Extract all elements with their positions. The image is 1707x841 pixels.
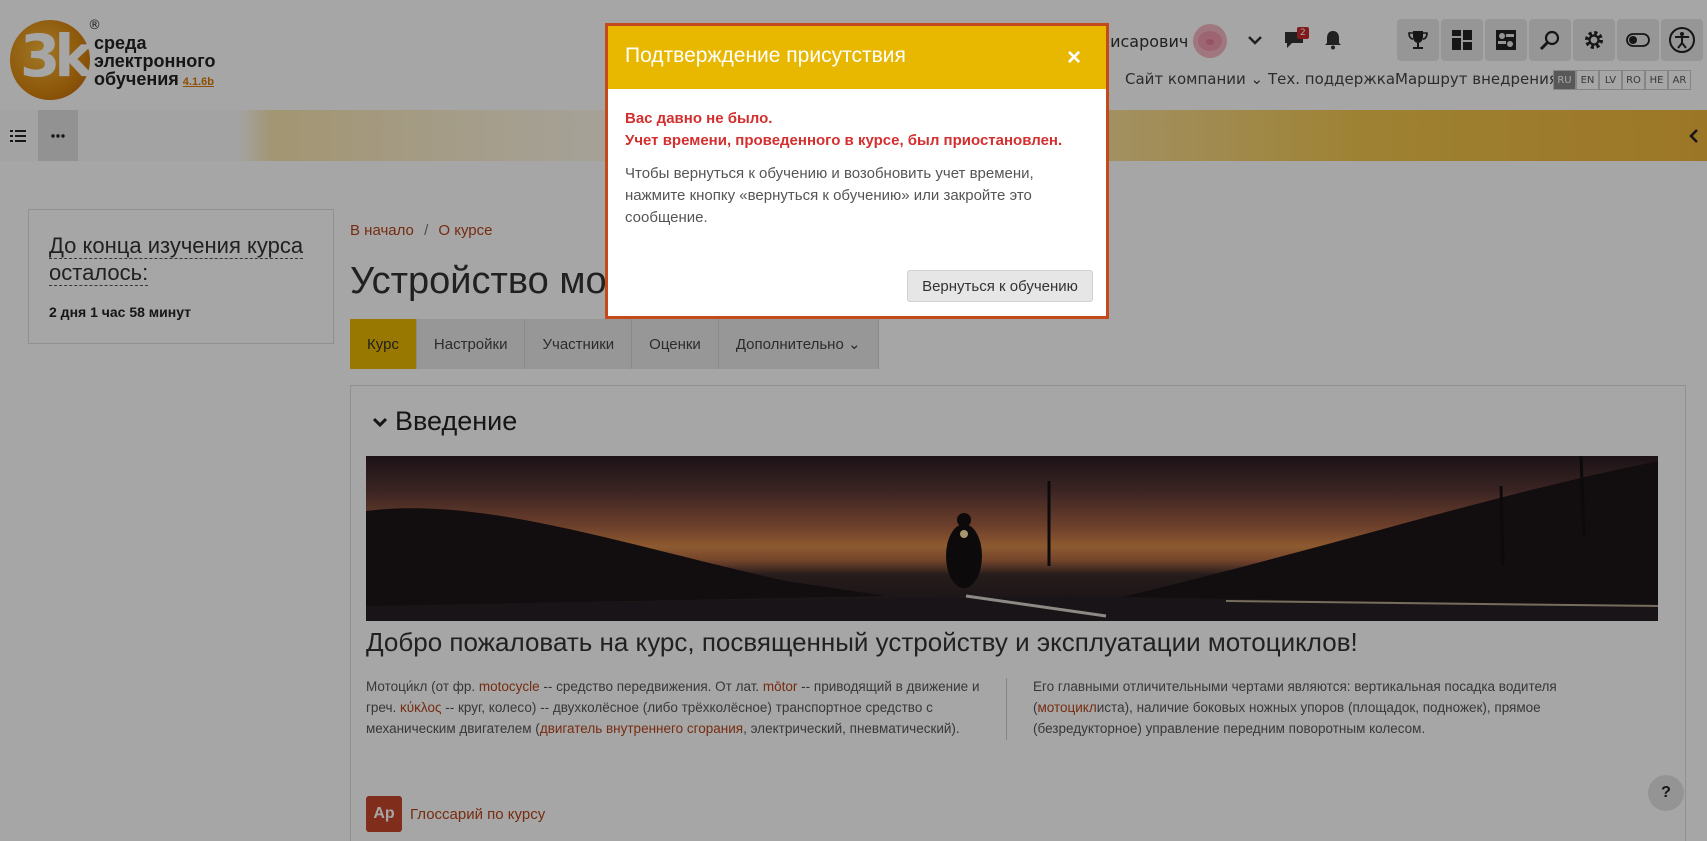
dialog-header: Подтверждение присутствия ×: [608, 26, 1106, 89]
dialog-warning: Вас давно не было. Учет времени, проведе…: [625, 110, 1063, 149]
close-icon[interactable]: ×: [1067, 44, 1081, 72]
return-to-learning-button[interactable]: Вернуться к обучению: [907, 270, 1093, 302]
dialog-message: Чтобы вернуться к обучению и возобновить…: [625, 165, 1034, 226]
dialog-title: Подтверждение присутствия: [625, 44, 906, 67]
presence-confirm-dialog: Подтверждение присутствия × Вас давно не…: [605, 23, 1109, 319]
